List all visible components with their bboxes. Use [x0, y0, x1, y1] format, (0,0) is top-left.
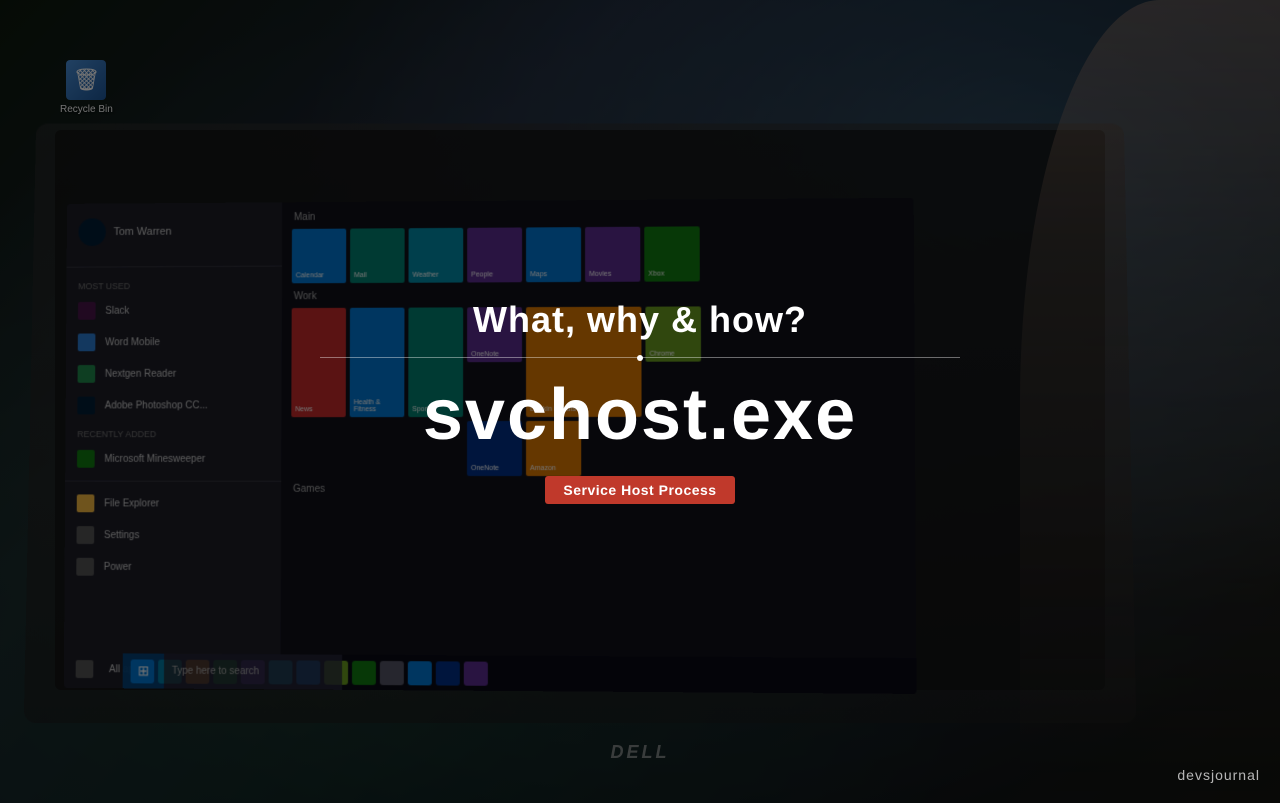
main-title: svchost.exe: [423, 374, 857, 456]
divider-dot: [637, 355, 643, 361]
content-overlay: What, why & how? svchost.exe Service Hos…: [0, 0, 1280, 803]
subtitle: What, why & how?: [473, 299, 807, 341]
watermark: devsjournal: [1177, 767, 1260, 783]
badge: Service Host Process: [545, 476, 734, 504]
divider-line: [320, 357, 960, 358]
